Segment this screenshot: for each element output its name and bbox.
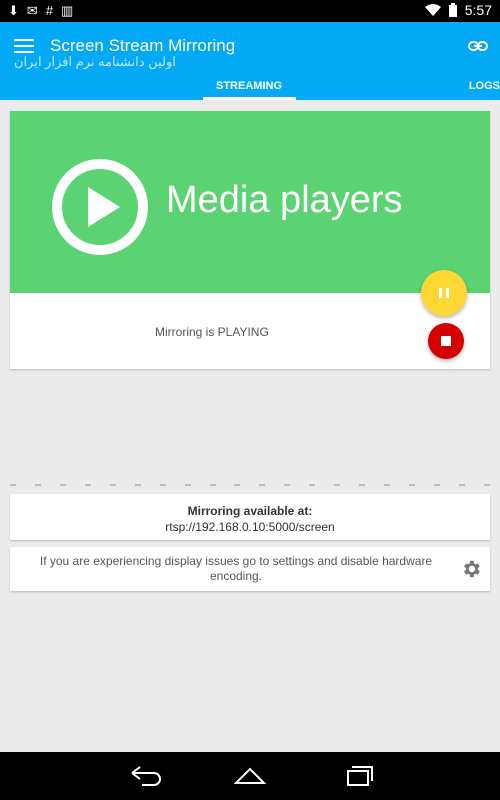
barcode-icon: ▥: [61, 3, 74, 18]
mirroring-state: Mirroring is PLAYING: [155, 325, 269, 339]
divider: [10, 484, 490, 486]
tab-streaming[interactable]: STREAMING: [216, 80, 282, 92]
stop-icon: [441, 336, 451, 346]
wifi-icon: [424, 4, 441, 16]
recents-icon[interactable]: [340, 765, 376, 787]
link-icon[interactable]: [468, 38, 488, 54]
app-bar: Screen Stream Mirroring اولین دانشنامه ن…: [0, 22, 500, 100]
play-icon: [52, 159, 148, 255]
hash-icon: #: [45, 3, 54, 18]
address-card: Mirroring available at: rtsp://192.168.0…: [10, 494, 490, 540]
stop-button[interactable]: [428, 323, 464, 359]
media-card: Media players Mirroring is PLAYING: [10, 111, 490, 369]
gear-icon[interactable]: [460, 558, 482, 580]
media-banner-text: Media players: [166, 179, 403, 221]
status-bar: ⬇ ✉ # ▥ 5:57: [0, 0, 500, 22]
app-title: Screen Stream Mirroring: [50, 36, 236, 55]
tip-text: If you are experiencing display issues g…: [39, 554, 433, 583]
battery-icon: [448, 3, 457, 17]
tab-indicator: [203, 97, 296, 100]
pause-icon-bar-right: [446, 288, 449, 298]
tab-bar: STREAMING LOGS: [0, 78, 500, 100]
tip-card: If you are experiencing display issues g…: [10, 547, 490, 591]
status-time: 5:57: [464, 2, 492, 18]
navigation-bar: [0, 752, 500, 800]
pause-button[interactable]: [421, 270, 467, 316]
media-banner: Media players: [10, 111, 490, 293]
home-icon[interactable]: [232, 765, 268, 787]
menu-icon[interactable]: [14, 39, 34, 55]
mail-icon: ✉: [26, 3, 38, 18]
back-icon[interactable]: [128, 765, 164, 787]
tab-logs[interactable]: LOGS: [469, 80, 500, 92]
watermark: اولین دانشنامه نرم افزار ایران: [14, 54, 176, 69]
address-label: Mirroring available at:: [187, 504, 313, 518]
pause-icon-bar-left: [439, 288, 442, 298]
download-icon: ⬇: [8, 3, 19, 18]
stream-address: rtsp://192.168.0.10:5000/screen: [165, 520, 335, 534]
